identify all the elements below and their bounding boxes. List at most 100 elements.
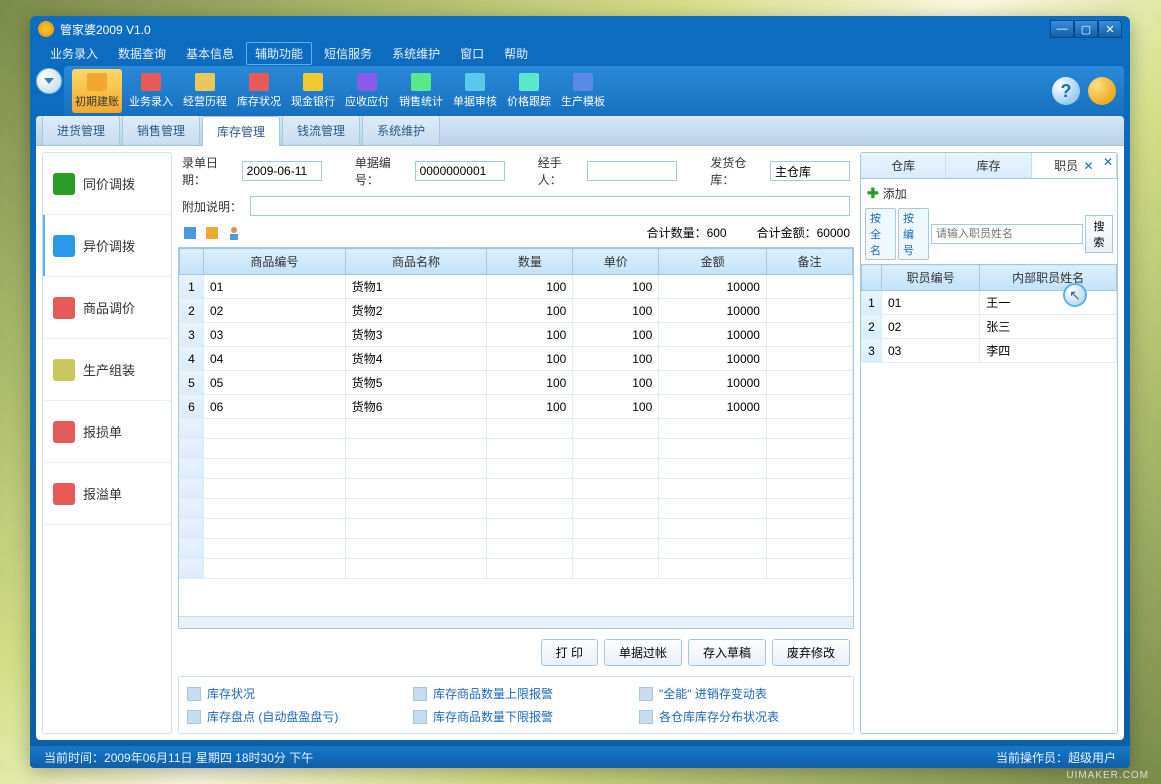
report-icon: [639, 710, 653, 724]
watermark: UIMAKER.COM: [1066, 770, 1149, 781]
grid-icon[interactable]: [204, 225, 220, 241]
report-icon: [639, 687, 653, 701]
table-row[interactable]: 505货物510010010000: [180, 371, 853, 395]
report-icon: [413, 710, 427, 724]
action-废弃修改[interactable]: 废弃修改: [772, 639, 850, 666]
module-tab-进货管理[interactable]: 进货管理: [42, 116, 120, 145]
action-bar: 打 印单据过帐存入草稿废弃修改: [178, 633, 854, 672]
main-toolbar: 初期建账业务录入经营历程库存状况现金银行应收应付销售统计单据审核价格跟踪生产模板…: [64, 66, 1124, 116]
collapse-toolbar-icon[interactable]: [36, 68, 62, 94]
toolbar-业务录入[interactable]: 业务录入: [126, 69, 176, 113]
sidebar-商品调价[interactable]: 商品调价: [43, 277, 171, 339]
module-tab-销售管理[interactable]: 销售管理: [122, 116, 200, 145]
link-item[interactable]: "全能" 进销存变动表: [639, 685, 845, 702]
sidebar-异价调拨[interactable]: 异价调拨: [43, 215, 171, 277]
link-item[interactable]: 库存商品数量上限报警: [413, 685, 619, 702]
status-time: 当前时间：2009年06月11日 星期四 18时30分 下午: [44, 749, 313, 766]
sidebar-生产组装[interactable]: 生产组装: [43, 339, 171, 401]
toolbar-销售统计[interactable]: 销售统计: [396, 69, 446, 113]
filter-fullname-button[interactable]: 按全名: [865, 208, 896, 260]
right-panel: ✕ 仓库库存职员 ✕ ✚ 添加 按全名 按编号 搜索 职员编号内部职员姓名101…: [860, 152, 1118, 734]
sidebar-报损单[interactable]: 报损单: [43, 401, 171, 463]
toolbar-应收应付[interactable]: 应收应付: [342, 69, 392, 113]
gold-coin-icon[interactable]: [1088, 77, 1116, 105]
right-panel-tabs: 仓库库存职员 ✕: [861, 153, 1117, 179]
staff-row[interactable]: 202张三: [862, 315, 1117, 339]
action-单据过帐[interactable]: 单据过帐: [604, 639, 682, 666]
toolbar-生产模板[interactable]: 生产模板: [558, 69, 608, 113]
titlebar[interactable]: 管家婆2009 V1.0 — ▢ ✕: [30, 16, 1130, 42]
note-input[interactable]: [250, 196, 850, 216]
quick-links: 库存状况 库存商品数量上限报警 "全能" 进销存变动表库存盘点 (自动盘盈盘亏) 库存…: [178, 676, 854, 734]
report-icon: [187, 710, 201, 724]
link-item[interactable]: 库存盘点 (自动盘盈盘亏): [187, 708, 393, 725]
minimize-button[interactable]: —: [1050, 20, 1074, 38]
menu-辅助功能[interactable]: 辅助功能: [246, 42, 312, 65]
date-label: 录单日期：: [182, 154, 234, 188]
toolbar-价格跟踪[interactable]: 价格跟踪: [504, 69, 554, 113]
staff-row[interactable]: 303李四: [862, 339, 1117, 363]
module-tabs: 进货管理销售管理库存管理钱流管理系统维护: [36, 116, 1124, 146]
status-operator: 当前操作员：超级用户: [996, 749, 1116, 766]
table-row[interactable]: 101货物110010010000: [180, 275, 853, 299]
table-row[interactable]: 404货物410010010000: [180, 347, 853, 371]
staff-search-input[interactable]: [931, 224, 1083, 244]
app-logo-icon: [38, 21, 54, 37]
link-item[interactable]: 库存状况: [187, 685, 393, 702]
add-button[interactable]: ✚ 添加: [861, 179, 1117, 208]
module-tab-钱流管理[interactable]: 钱流管理: [282, 116, 360, 145]
staff-grid[interactable]: 职员编号内部职员姓名101王一202张三303李四: [861, 264, 1117, 363]
menu-系统维护[interactable]: 系统维护: [384, 43, 448, 64]
wh-label: 发货仓库：: [710, 154, 762, 188]
sidebar-报溢单[interactable]: 报溢单: [43, 463, 171, 525]
panel-close-icon[interactable]: ✕: [1103, 155, 1113, 169]
toolbar-现金银行[interactable]: 现金银行: [288, 69, 338, 113]
summary-amt: 合计金额：60000: [757, 224, 850, 241]
cursor-arrow-icon: [1063, 283, 1087, 307]
menu-短信服务[interactable]: 短信服务: [316, 43, 380, 64]
person-label: 经手人：: [538, 154, 579, 188]
toolbar-单据审核[interactable]: 单据审核: [450, 69, 500, 113]
menu-数据查询[interactable]: 数据查询: [110, 43, 174, 64]
toolbar-库存状况[interactable]: 库存状况: [234, 69, 284, 113]
toolbar-初期建账[interactable]: 初期建账: [72, 69, 122, 113]
statusbar: 当前时间：2009年06月11日 星期四 18时30分 下午 当前操作员：超级用…: [30, 746, 1130, 768]
tab-close-icon[interactable]: ✕: [1080, 159, 1093, 173]
goods-grid[interactable]: 商品编号商品名称数量单价金额备注101货物110010010000202货物21…: [178, 247, 854, 629]
action-存入草稿[interactable]: 存入草稿: [688, 639, 766, 666]
help-icon[interactable]: ?: [1052, 77, 1080, 105]
summary-qty: 合计数量：600: [647, 224, 727, 241]
menu-帮助[interactable]: 帮助: [496, 43, 536, 64]
menu-业务录入[interactable]: 业务录入: [42, 43, 106, 64]
sidebar-同价调拨[interactable]: 同价调拨: [43, 153, 171, 215]
link-item[interactable]: 各仓库库存分布状况表: [639, 708, 845, 725]
workspace: 进货管理销售管理库存管理钱流管理系统维护 同价调拨异价调拨商品调价生产组装报损单…: [36, 116, 1124, 740]
date-input[interactable]: [242, 161, 322, 181]
report-icon: [413, 687, 427, 701]
main-panel: 录单日期： 单据编号： 经手人： 发货仓库： 附加说明：: [178, 152, 854, 734]
menu-窗口[interactable]: 窗口: [452, 43, 492, 64]
maximize-button[interactable]: ▢: [1074, 20, 1098, 38]
filter-code-button[interactable]: 按编号: [898, 208, 929, 260]
person-input[interactable]: [587, 161, 677, 181]
menu-基本信息[interactable]: 基本信息: [178, 43, 242, 64]
horizontal-scrollbar[interactable]: [179, 616, 853, 628]
doc-input[interactable]: [415, 161, 505, 181]
link-item[interactable]: 库存商品数量下限报警: [413, 708, 619, 725]
search-button[interactable]: 搜索: [1085, 215, 1113, 253]
module-tab-库存管理[interactable]: 库存管理: [202, 116, 280, 146]
module-tab-系统维护[interactable]: 系统维护: [362, 116, 440, 145]
person-icon[interactable]: [226, 225, 242, 241]
app-title: 管家婆2009 V1.0: [60, 21, 151, 38]
action-打印[interactable]: 打 印: [541, 639, 598, 666]
table-row[interactable]: 606货物610010010000: [180, 395, 853, 419]
plus-icon: ✚: [867, 185, 879, 202]
table-row[interactable]: 303货物310010010000: [180, 323, 853, 347]
rp-tab-仓库[interactable]: 仓库: [861, 153, 946, 178]
close-button[interactable]: ✕: [1098, 20, 1122, 38]
warehouse-input[interactable]: [770, 161, 850, 181]
table-row[interactable]: 202货物210010010000: [180, 299, 853, 323]
building-icon[interactable]: [182, 225, 198, 241]
rp-tab-库存[interactable]: 库存: [946, 153, 1031, 178]
toolbar-经营历程[interactable]: 经营历程: [180, 69, 230, 113]
